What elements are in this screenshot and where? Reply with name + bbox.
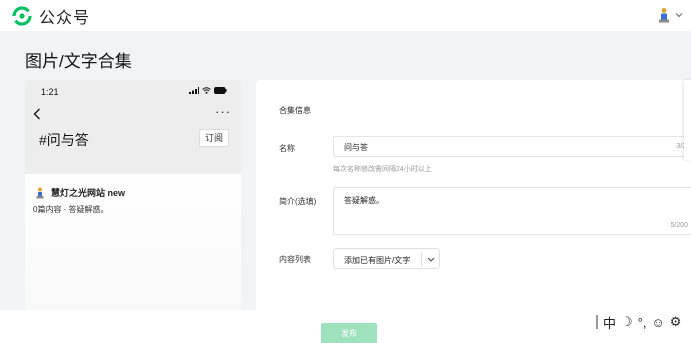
- wifi-icon: [202, 87, 211, 94]
- intro-value[interactable]: 答疑解惑。: [344, 195, 384, 206]
- phone-preview-header: 1:21 ··· #问与答 订阅: [25, 80, 241, 174]
- account-row: 慧灯之光网站 new: [35, 186, 125, 199]
- ime-toolbar: 中 ☽ °, ☺ ⚙: [593, 311, 691, 333]
- name-input[interactable]: 问与答 3/30: [333, 136, 691, 157]
- intro-label: 简介(选填): [279, 197, 317, 206]
- ime-chinese-mode[interactable]: 中: [603, 313, 616, 332]
- intro-char-count: 5/200: [670, 222, 688, 229]
- intro-textarea[interactable]: 答疑解惑。 5/200: [333, 187, 691, 235]
- avatar[interactable]: [657, 7, 671, 23]
- publish-button[interactable]: 发布: [321, 323, 377, 343]
- status-time: 1:21: [41, 87, 59, 97]
- wechat-official-logo-icon: [12, 5, 32, 26]
- subscribe-button[interactable]: 订阅: [199, 129, 229, 147]
- name-label: 名称: [279, 144, 295, 153]
- add-content-dropdown[interactable]: 添加已有图片/文字: [333, 248, 440, 269]
- ime-moon-icon[interactable]: ☽: [621, 314, 633, 330]
- name-value[interactable]: 问与答: [344, 142, 368, 153]
- battery-icon: [214, 87, 227, 94]
- ime-punctuation-icon[interactable]: °,: [638, 315, 647, 330]
- footer-bar: 发布: [0, 310, 691, 343]
- signal-icon: [189, 87, 199, 94]
- status-icons: [189, 87, 227, 94]
- content-list-label: 内容列表: [279, 255, 311, 264]
- phone-preview-body: 慧灯之光网站 new 0篇内容 · 答疑解惑。: [25, 174, 241, 320]
- user-menu[interactable]: [657, 7, 683, 23]
- ime-emoji-icon[interactable]: ☺: [651, 315, 664, 330]
- back-arrow-icon[interactable]: [33, 108, 41, 120]
- add-content-label[interactable]: 添加已有图片/文字: [344, 255, 410, 266]
- app-name: 公众号: [39, 9, 91, 27]
- album-name: #问与答: [39, 132, 89, 148]
- name-hint: 每次名称修改需间隔24小时以上: [333, 166, 432, 173]
- brand[interactable]: 公众号: [12, 4, 90, 28]
- side-panel-edge: [684, 80, 691, 160]
- top-bar: 公众号: [0, 0, 691, 31]
- ime-drag-handle[interactable]: [596, 315, 598, 329]
- account-avatar: [36, 187, 44, 198]
- ime-settings-icon[interactable]: ⚙: [670, 314, 682, 330]
- account-name: 慧灯之光网站 new: [51, 188, 126, 198]
- phone-preview: 1:21 ··· #问与答 订阅 慧灯之光网站 new 0篇内容 · 答疑解惑。: [25, 80, 241, 320]
- page-title: 图片/文字合集: [25, 52, 132, 71]
- chevron-down-icon[interactable]: [427, 257, 435, 262]
- dropdown-divider: [421, 252, 422, 266]
- album-summary: 0篇内容 · 答疑解惑。: [33, 205, 109, 214]
- album-info-panel: 合集信息 名称 问与答 3/30 每次名称修改需间隔24小时以上 简介(选填) …: [256, 80, 691, 320]
- section-title: 合集信息: [279, 106, 311, 115]
- more-icon[interactable]: ···: [215, 105, 231, 118]
- chevron-down-icon[interactable]: [675, 12, 683, 18]
